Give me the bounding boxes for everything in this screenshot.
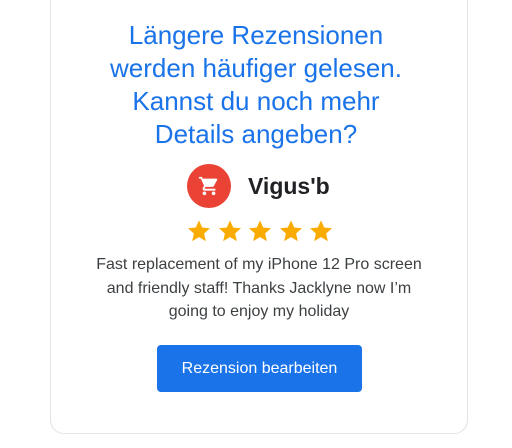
star-icon[interactable]	[278, 218, 304, 244]
star-icon[interactable]	[186, 218, 212, 244]
edit-review-button[interactable]: Rezension bearbeiten	[157, 345, 362, 392]
prompt-line: Längere Rezensionen	[128, 20, 384, 50]
review-line: going to enjoy my holiday	[168, 303, 350, 320]
business-header: Vigus'b	[187, 164, 330, 208]
prompt-line: Details angeben?	[154, 119, 358, 149]
review-line: and friendly staff! Thanks Jacklyne now …	[106, 279, 412, 297]
star-icon[interactable]	[247, 218, 273, 244]
review-text: Fast replacement of my iPhone 12 Pro scr…	[0, 253, 512, 324]
star-rating[interactable]	[186, 218, 339, 244]
prompt-headline: Längere Rezensionen werden häufiger gele…	[0, 19, 512, 151]
star-icon[interactable]	[308, 218, 334, 244]
prompt-line: Kannst du noch mehr	[132, 86, 380, 116]
star-icon[interactable]	[217, 218, 243, 244]
prompt-line: werden häufiger gelesen.	[110, 53, 402, 83]
review-line: Fast replacement of my iPhone 12 Pro scr…	[96, 256, 422, 273]
shopping-cart-icon	[187, 164, 231, 208]
business-name: Vigus'b	[248, 172, 330, 199]
